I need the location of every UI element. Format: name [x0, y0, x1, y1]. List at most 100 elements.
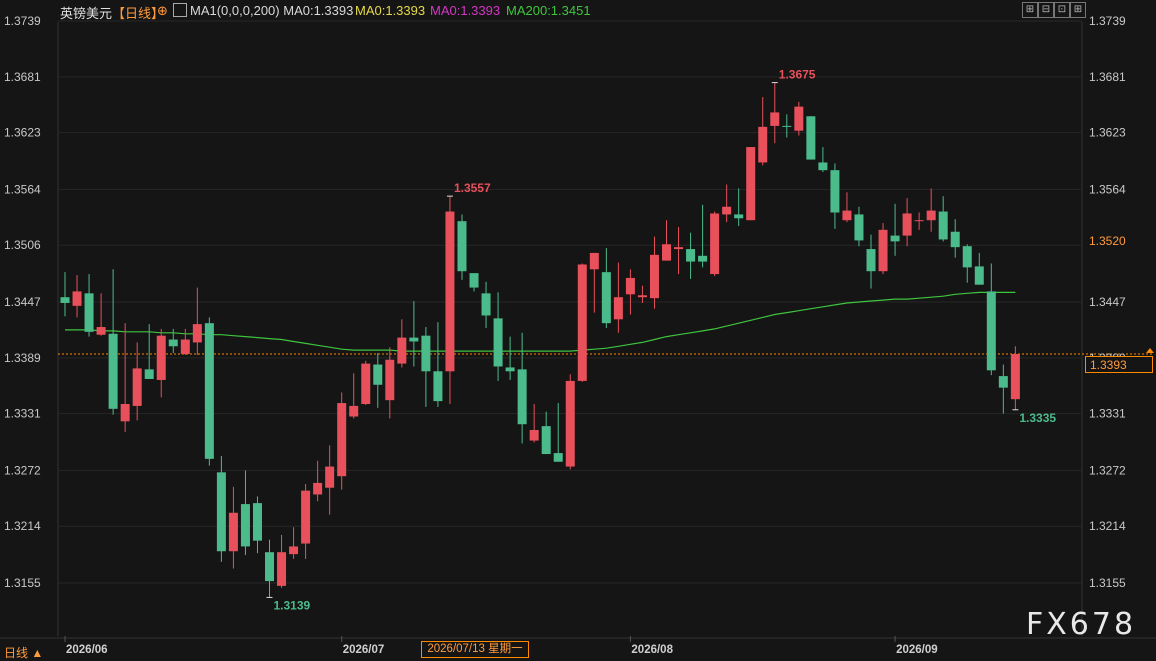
candle	[782, 114, 792, 138]
toolbar-minimize-icon[interactable]: ⊟	[1038, 2, 1054, 18]
candle	[565, 374, 575, 470]
candle	[637, 285, 647, 303]
candle-body	[313, 482, 323, 495]
candle	[228, 486, 238, 569]
x-tick-label: 2026/06	[66, 644, 108, 656]
candle	[84, 274, 94, 337]
y-tick-label-right: 1.3214	[1089, 519, 1126, 533]
candle	[806, 116, 816, 160]
candle	[998, 364, 1008, 414]
y-tick-label-right: 1.3447	[1089, 295, 1126, 309]
candle	[204, 317, 214, 466]
candle	[553, 403, 563, 462]
candle-body	[433, 371, 443, 402]
candle	[854, 206, 864, 247]
toolbar-window-icon[interactable]: ⊞	[1070, 2, 1086, 18]
candle	[156, 328, 166, 398]
candle-body	[601, 272, 611, 324]
candle-body	[72, 291, 82, 306]
candle	[698, 204, 708, 268]
candle	[722, 184, 732, 223]
candle-body	[662, 244, 671, 261]
candle	[457, 214, 467, 280]
candle-body	[637, 295, 647, 298]
candle	[577, 263, 587, 382]
candle	[409, 301, 419, 367]
candle-body	[541, 426, 551, 455]
period-tab[interactable]: 日线 ▲	[4, 644, 43, 661]
candle	[265, 539, 275, 598]
candle-body	[902, 213, 912, 236]
candle	[481, 281, 491, 328]
candle-body	[782, 125, 792, 127]
candle	[710, 211, 720, 277]
candle	[938, 196, 948, 242]
low-annotation-label: 1.3335	[1019, 411, 1056, 425]
candle-body	[349, 405, 359, 417]
candle	[818, 147, 828, 173]
candle	[301, 483, 311, 559]
candle-body	[758, 126, 768, 163]
candle	[1010, 346, 1020, 410]
candle-body	[180, 339, 190, 354]
candle	[60, 272, 70, 317]
price-box-current: 1.3393	[1085, 356, 1153, 373]
candle-body	[132, 368, 142, 406]
candle-body	[806, 116, 816, 160]
candle-body	[794, 106, 804, 131]
candle	[758, 97, 768, 166]
symbol-title[interactable]: 英镑美元	[60, 3, 112, 22]
toolbar-maximize-icon[interactable]: ⊞	[1022, 2, 1038, 18]
low-annotation-label: 1.3139	[274, 598, 311, 612]
candle-body	[156, 335, 166, 380]
candle-body	[890, 235, 900, 242]
candle-body	[722, 206, 732, 215]
high-annotation-label: 1.3557	[454, 181, 491, 195]
candle	[397, 319, 407, 368]
toolbar-layout-icon[interactable]: ⊡	[1054, 2, 1070, 18]
candle-body	[553, 453, 563, 462]
candle-body	[589, 252, 599, 270]
candle	[986, 263, 996, 376]
candle-body	[770, 112, 780, 126]
price-annotations: 1.3557 1.3675 1.3139 1.3335	[266, 68, 1056, 612]
candle-body	[108, 333, 118, 409]
candle	[517, 332, 527, 444]
y-tick-label-right: 1.3272	[1089, 463, 1126, 477]
ma0-yellow-label: MA0:1.3393	[355, 3, 426, 18]
crosshair-date-label: 2026/07/13 星期一	[421, 641, 529, 658]
candle-body	[325, 466, 335, 488]
y-tick-label-left: 1.3331	[4, 407, 41, 421]
candle-body	[168, 339, 178, 347]
y-tick-label-right: 1.3564	[1089, 182, 1126, 196]
y-axis-left: 1.37391.36811.36231.35641.35061.34471.33…	[4, 14, 41, 590]
candle	[108, 269, 118, 415]
candle-body	[698, 255, 708, 262]
crosshair-icon[interactable]: ⊕	[157, 3, 168, 19]
candle-body	[938, 211, 948, 240]
candle-body	[529, 429, 539, 441]
y-tick-label-left: 1.3447	[4, 295, 41, 309]
candle-body	[228, 512, 238, 552]
candle-body	[216, 472, 226, 552]
ma200-label: MA200:1.3451	[506, 3, 591, 18]
candle	[120, 323, 130, 432]
candle-body	[84, 293, 94, 332]
candle	[842, 192, 852, 223]
indicator-icon[interactable]	[173, 3, 187, 17]
candle	[974, 252, 984, 285]
candle	[240, 470, 250, 556]
candle	[72, 275, 82, 318]
candle	[601, 248, 611, 328]
candle-body	[301, 490, 311, 544]
y-tick-label-left: 1.3389	[4, 351, 41, 365]
last-price-arrow-icon	[1146, 347, 1154, 353]
candle-body	[734, 214, 744, 219]
candle-body	[505, 367, 515, 372]
y-tick-label-right: 1.3681	[1089, 70, 1126, 84]
candle-body	[373, 364, 383, 385]
candle-body	[337, 403, 347, 477]
candlestick-chart[interactable]: 1.37391.36811.36231.35641.35061.34471.33…	[0, 0, 1156, 661]
candle-body	[962, 246, 972, 268]
candle	[289, 527, 299, 559]
